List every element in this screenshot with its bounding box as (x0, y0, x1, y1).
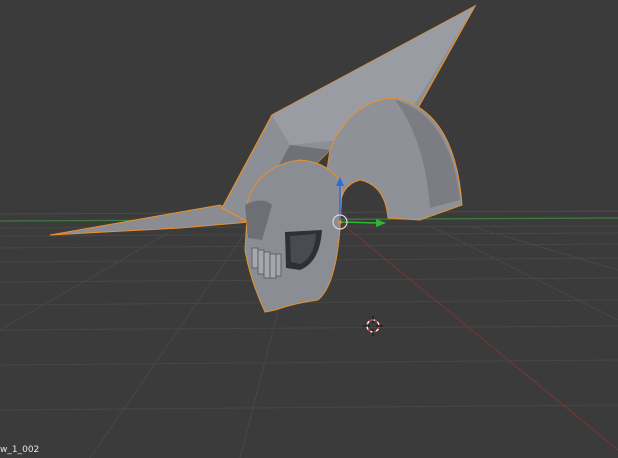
viewport-scene[interactable] (0, 0, 618, 458)
mask-mesh[interactable] (49, 4, 477, 313)
3d-viewport[interactable]: w_1_002 (0, 0, 618, 458)
mesh-spike (49, 204, 252, 236)
active-object-label: w_1_002 (0, 445, 40, 455)
gizmo-y-arrow-icon (376, 219, 386, 227)
gizmo-origin-dot (338, 220, 342, 224)
x-axis-line (339, 221, 618, 451)
3d-cursor-icon (363, 316, 383, 336)
gizmo-y-axis (339, 221, 379, 224)
